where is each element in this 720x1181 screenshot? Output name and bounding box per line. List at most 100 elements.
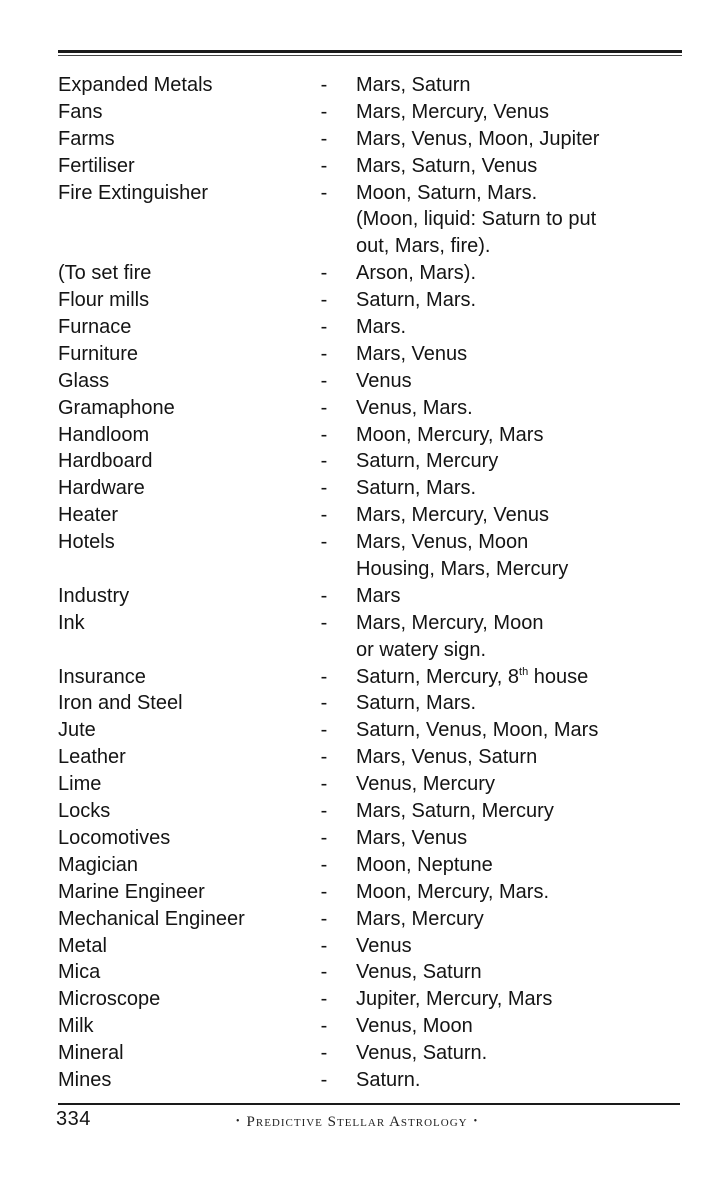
- entry-row: Gramaphone - Venus, Mars.: [0, 395, 720, 422]
- entry-row: Furnace - Mars.: [0, 314, 720, 341]
- entry-separator: -: [320, 369, 328, 392]
- entry-row: Mechanical Engineer - Mars, Mercury: [0, 906, 720, 933]
- entry-row: Glass - Venus: [0, 368, 720, 395]
- entry-row: Metal - Venus: [0, 933, 720, 960]
- entry-row: Mines - Saturn.: [0, 1067, 720, 1094]
- entry-description: Saturn, Mercury, 8th house: [356, 664, 588, 691]
- entry-description: Venus, Mercury: [356, 773, 495, 796]
- list-item: Fire Extinguisher - Moon, Saturn, Mars. (Mo…: [0, 180, 720, 261]
- entry-term: Expanded Metals: [58, 74, 213, 96]
- entry-row: Hardware - Saturn, Mars.: [0, 475, 720, 502]
- entry-separator: -: [320, 1015, 328, 1038]
- list-item: Ink - Mars, Mercury, Moon or watery sign.: [0, 610, 720, 664]
- entry-separator: -: [320, 746, 328, 769]
- list-item: Industry - Mars: [0, 583, 720, 610]
- list-item: (To set fire - Arson, Mars).: [0, 260, 720, 287]
- entry-row: Furniture - Mars, Venus: [0, 341, 720, 368]
- entry-description: Saturn.: [356, 1068, 421, 1091]
- list-item: Glass - Venus: [0, 368, 720, 395]
- entry-description: Venus, Mars.: [356, 396, 473, 419]
- entry-separator: -: [320, 531, 328, 554]
- entry-term: Hotels: [58, 531, 115, 554]
- list-item: Mica - Venus, Saturn: [0, 959, 720, 986]
- entry-description: Moon, Neptune: [356, 853, 493, 876]
- entry-separator: -: [320, 719, 328, 742]
- list-item: Fertiliser - Mars, Saturn, Venus: [0, 153, 720, 180]
- entry-row: Expanded Metals - Mars, Saturn: [0, 72, 720, 99]
- entry-description: Housing, Mars, Mercury: [356, 558, 569, 581]
- entry-row: Ink - Mars, Mercury, Moon: [0, 610, 720, 637]
- entry-description: Mars, Venus, Moon: [356, 531, 529, 554]
- list-item: Handloom - Moon, Mercury, Mars: [0, 422, 720, 449]
- list-item: Mineral - Venus, Saturn.: [0, 1040, 720, 1067]
- entry-row: Farms - Mars, Venus, Moon, Jupiter: [0, 126, 720, 153]
- entry-term: Jute: [58, 719, 96, 742]
- entry-separator: -: [320, 934, 328, 957]
- entry-description: Saturn, Venus, Moon, Mars: [356, 719, 599, 742]
- entry-description: Mars, Mercury, Venus: [356, 100, 550, 123]
- list-item: Milk - Venus, Moon: [0, 1013, 720, 1040]
- entry-description: Saturn, Mars.: [356, 477, 477, 500]
- list-item: Hotels - Mars, Venus, Moon Housing, Mars, M…: [0, 529, 720, 583]
- entry-row: Heater - Mars, Mercury, Venus: [0, 502, 720, 529]
- entry-description: Moon, Mercury, Mars.: [356, 880, 549, 903]
- entry-separator: -: [320, 181, 328, 204]
- entry-description: Moon, Saturn, Mars.: [356, 181, 538, 204]
- entry-separator: -: [320, 450, 328, 473]
- page-number: 334: [56, 1108, 91, 1130]
- entry-description: Mars: [356, 584, 401, 607]
- entry-term: Mines: [58, 1068, 112, 1091]
- list-item: Hardware - Saturn, Mars.: [0, 475, 720, 502]
- list-item: Gramaphone - Venus, Mars.: [0, 395, 720, 422]
- entry-list: Expanded Metals - Mars, Saturn Fans - Mars, M…: [0, 72, 720, 1094]
- entry-description: Mars, Venus: [356, 342, 468, 365]
- list-item: Metal - Venus: [0, 933, 720, 960]
- entry-row: Marine Engineer - Moon, Mercury, Mars.: [0, 879, 720, 906]
- list-item: Fans - Mars, Mercury, Venus: [0, 99, 720, 126]
- entry-separator: -: [320, 423, 328, 446]
- entry-term: Glass: [58, 369, 110, 392]
- entry-separator: -: [320, 316, 328, 339]
- entry-separator: -: [320, 773, 328, 796]
- entry-separator: -: [320, 262, 328, 285]
- entry-separator: -: [320, 289, 328, 312]
- entry-term: Furniture: [58, 342, 139, 365]
- ordinal-suffix: th: [519, 665, 529, 678]
- entry-row: Fans - Mars, Mercury, Venus: [0, 99, 720, 126]
- entry-separator: -: [320, 907, 328, 930]
- entry-description: Mars, Mercury, Venus: [356, 504, 550, 527]
- entry-row: Handloom - Moon, Mercury, Mars: [0, 422, 720, 449]
- bottom-rule: [58, 1103, 680, 1105]
- entry-row: Hardboard - Saturn, Mercury: [0, 448, 720, 475]
- entry-separator: -: [320, 611, 328, 634]
- entry-term: Mechanical Engineer: [58, 907, 245, 930]
- entry-term: Magician: [58, 853, 139, 876]
- entry-separator: -: [320, 1042, 328, 1065]
- entry-row: Lime - Venus, Mercury: [0, 771, 720, 798]
- entry-term: Industry: [58, 584, 130, 607]
- entry-description: Moon, Mercury, Mars: [356, 423, 544, 446]
- entry-separator: -: [320, 880, 328, 903]
- entry-row: Hotels - Mars, Venus, Moon: [0, 529, 720, 556]
- entry-description: or watery sign.: [356, 638, 487, 661]
- list-item: Furniture - Mars, Venus: [0, 341, 720, 368]
- description-text: Saturn, Mercury, 8: [356, 665, 520, 688]
- list-item: Iron and Steel - Saturn, Mars.: [0, 690, 720, 717]
- list-item: Farms - Mars, Venus, Moon, Jupiter: [0, 126, 720, 153]
- entry-description: Mars, Venus, Moon, Jupiter: [356, 127, 600, 150]
- entry-row: Industry - Mars: [0, 583, 720, 610]
- entry-description: Mars, Venus, Saturn: [356, 746, 538, 769]
- entry-term: Fertiliser: [58, 154, 135, 177]
- list-item: Furnace - Mars.: [0, 314, 720, 341]
- list-item: Mines - Saturn.: [0, 1067, 720, 1094]
- entry-row: Iron and Steel - Saturn, Mars.: [0, 690, 720, 717]
- ornament-left: •: [236, 1116, 241, 1127]
- entry-row: Locomotives - Mars, Venus: [0, 825, 720, 852]
- entry-separator: -: [320, 692, 328, 715]
- entry-separator: -: [320, 826, 328, 849]
- entry-term: Locomotives: [58, 826, 171, 849]
- entry-term: Hardboard: [58, 450, 153, 473]
- book-page: Expanded Metals - Mars, Saturn Fans - Mars, M…: [0, 0, 720, 1181]
- entry-term: Flour mills: [58, 289, 150, 312]
- list-item: Heater - Mars, Mercury, Venus: [0, 502, 720, 529]
